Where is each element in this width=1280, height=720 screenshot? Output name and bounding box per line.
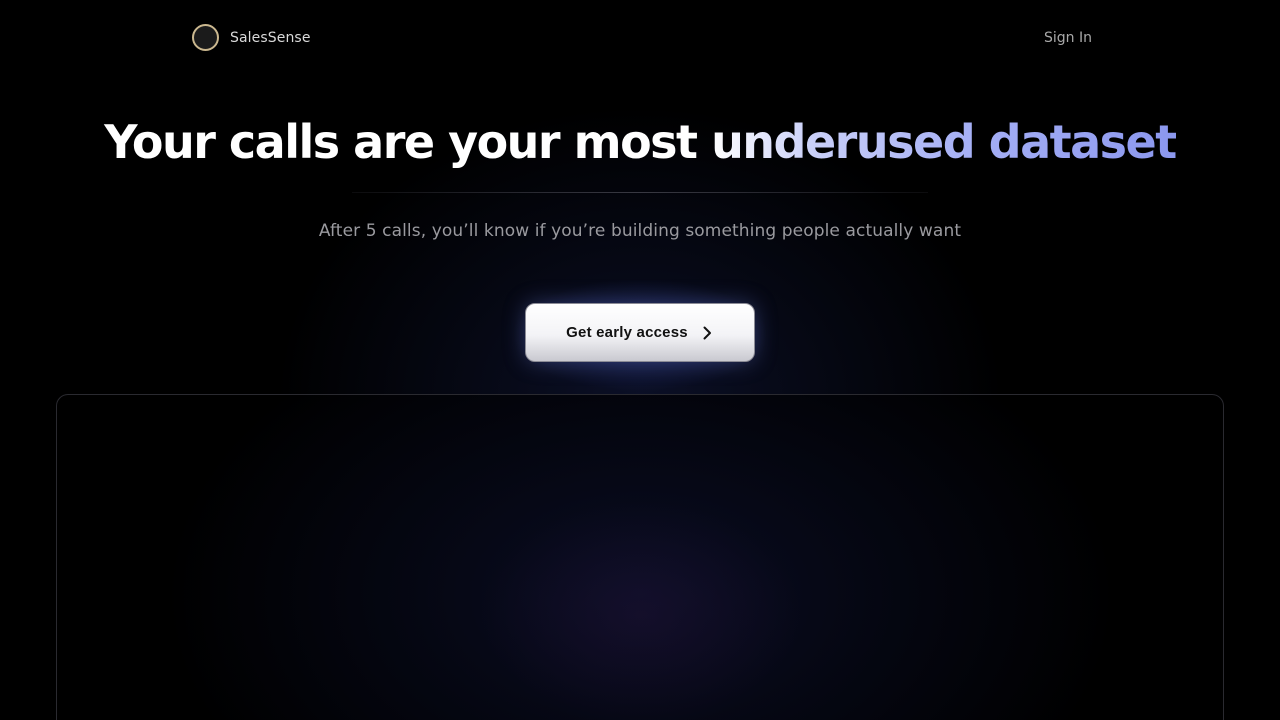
- brand-name: SalesSense: [230, 29, 311, 46]
- headline-highlight: underused dataset: [711, 115, 1177, 169]
- landing-page: SalesSense Sign In Your calls are your m…: [0, 0, 1280, 720]
- sign-in-link[interactable]: Sign In: [1044, 30, 1092, 46]
- product-preview-panel: [56, 394, 1224, 720]
- hero-divider: [352, 192, 928, 193]
- top-nav: SalesSense Sign In: [0, 0, 1280, 76]
- cta-label: Get early access: [566, 324, 688, 341]
- hero-headline: Your calls are your most underused datas…: [0, 112, 1280, 172]
- headline-plain: Your calls are your most: [104, 115, 712, 169]
- chevron-right-icon: [700, 326, 714, 340]
- get-early-access-button[interactable]: Get early access: [525, 303, 755, 362]
- brand-logo[interactable]: SalesSense: [192, 24, 311, 51]
- hero-subtitle: After 5 calls, you’ll know if you’re bui…: [318, 221, 962, 241]
- logo-circle-icon: [192, 24, 219, 51]
